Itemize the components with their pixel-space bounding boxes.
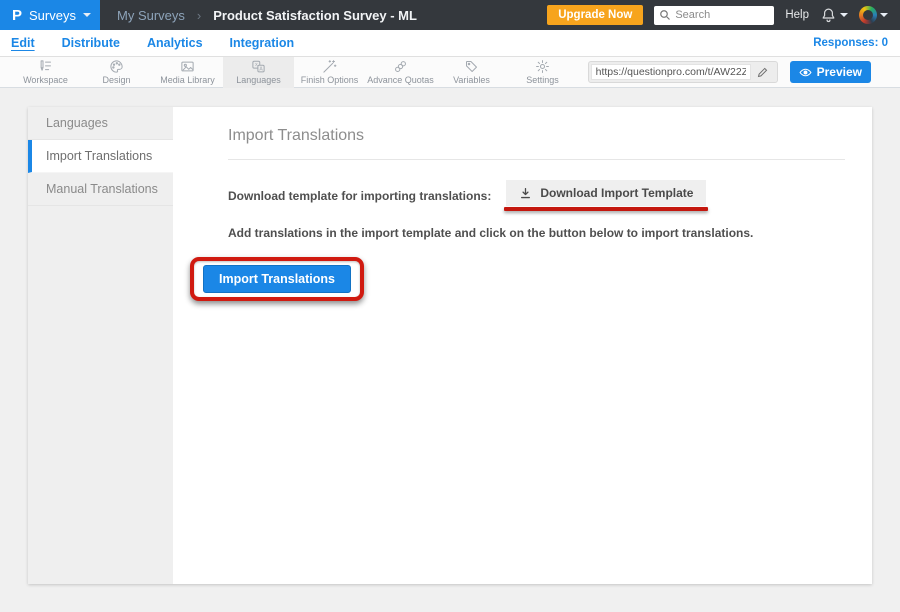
annotation-box: Import Translations [190, 257, 364, 301]
edit-url-button[interactable] [751, 66, 775, 78]
toolbar-item-settings[interactable]: Settings [507, 57, 578, 88]
sidebar-item-languages[interactable]: Languages [28, 107, 173, 140]
questionpro-logo: P [12, 7, 22, 24]
tab-distribute[interactable]: Distribute [62, 36, 120, 50]
bell-icon [820, 7, 837, 24]
topbar-actions: Upgrade Now Help [547, 5, 900, 25]
notifications-menu[interactable] [820, 7, 848, 24]
survey-title: Product Satisfaction Survey - ML [213, 8, 417, 23]
tab-analytics[interactable]: Analytics [147, 36, 203, 50]
variables-icon [464, 59, 479, 74]
upgrade-now-button[interactable]: Upgrade Now [547, 5, 643, 25]
responses-count[interactable]: Responses: 0 [813, 37, 888, 49]
preview-button[interactable]: Preview [790, 61, 871, 83]
toolbar-item-design[interactable]: Design [81, 57, 152, 88]
survey-nav-tabs: Edit Distribute Analytics Integration Re… [0, 30, 900, 57]
pencil-icon [757, 66, 769, 78]
toolbar-item-variables[interactable]: Variables [436, 57, 507, 88]
search-icon [659, 9, 671, 21]
download-button-label: Download Import Template [540, 186, 693, 200]
eye-icon [799, 66, 812, 79]
preview-button-label: Preview [817, 65, 862, 79]
page-title: Import Translations [228, 127, 845, 145]
toolbar-item-finish-options[interactable]: Finish Options [294, 57, 365, 88]
sidebar-item-manual-translations[interactable]: Manual Translations [28, 173, 173, 206]
instructions-text: Add translations in the import template … [228, 226, 845, 240]
tab-integration[interactable]: Integration [230, 36, 295, 50]
design-icon [109, 59, 124, 74]
download-template-row: Download template for importing translat… [228, 180, 845, 211]
languages-icon: xA [251, 59, 266, 74]
top-bar: P Surveys My Surveys › Product Satisfact… [0, 0, 900, 30]
import-translations-content: Import Translations Download template fo… [173, 107, 872, 584]
chevron-down-icon [880, 13, 888, 17]
search-input[interactable] [675, 9, 769, 21]
edit-toolbar: Workspace Design Media Library xA Langua… [0, 57, 900, 88]
download-template-label: Download template for importing translat… [228, 189, 491, 203]
advance-quotas-icon [393, 59, 408, 74]
import-translations-button[interactable]: Import Translations [203, 265, 351, 293]
survey-url-box [588, 61, 778, 83]
breadcrumb: My Surveys › Product Satisfaction Survey… [117, 8, 417, 23]
account-menu[interactable] [859, 6, 888, 24]
surveys-product-menu[interactable]: P Surveys [0, 0, 100, 30]
divider [228, 159, 845, 160]
chevron-down-icon [83, 13, 91, 17]
download-import-template-button[interactable]: Download Import Template [506, 180, 706, 206]
chevron-down-icon [840, 13, 848, 17]
sidebar-item-import-translations[interactable]: Import Translations [28, 140, 173, 173]
tab-edit[interactable]: Edit [11, 36, 35, 50]
help-link[interactable]: Help [785, 9, 809, 21]
workspace-icon [38, 59, 53, 74]
languages-panel: Languages Import Translations Manual Tra… [28, 107, 872, 584]
download-template-wrap: Download Import Template [506, 180, 706, 211]
avatar [859, 6, 877, 24]
annotation-underline [504, 207, 708, 211]
breadcrumb-my-surveys[interactable]: My Surveys [117, 8, 185, 23]
breadcrumb-separator: › [197, 8, 201, 23]
settings-icon [535, 59, 550, 74]
media-library-icon [180, 59, 195, 74]
survey-url-input[interactable] [591, 64, 751, 80]
toolbar-item-advance-quotas[interactable]: Advance Quotas [365, 57, 436, 88]
toolbar-item-media-library[interactable]: Media Library [152, 57, 223, 88]
toolbar-item-workspace[interactable]: Workspace [10, 57, 81, 88]
finish-options-icon [322, 59, 337, 74]
global-search[interactable] [654, 6, 774, 25]
download-icon [519, 187, 532, 200]
product-menu-label: Surveys [29, 8, 76, 23]
toolbar-item-languages[interactable]: xA Languages [223, 57, 294, 88]
languages-sidebar: Languages Import Translations Manual Tra… [28, 107, 173, 584]
